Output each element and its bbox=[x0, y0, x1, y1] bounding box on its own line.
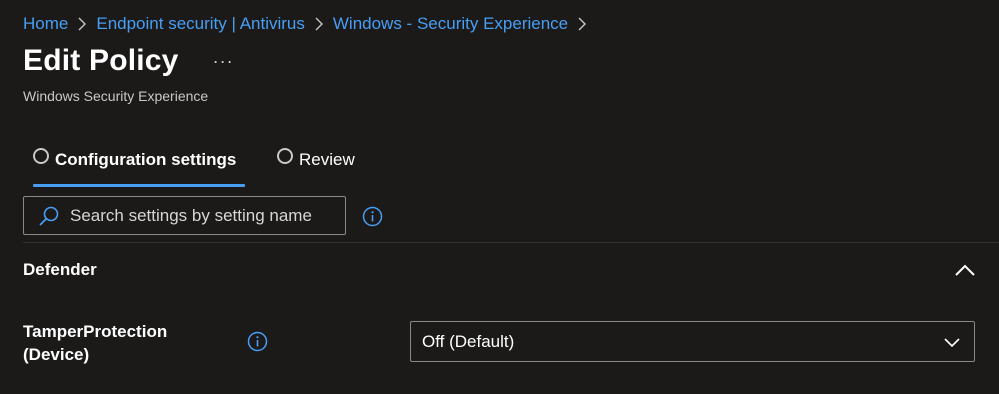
step-circle-icon bbox=[33, 148, 49, 164]
info-icon[interactable] bbox=[362, 206, 383, 227]
setting-label-tamper-protection: TamperProtection (Device) bbox=[23, 320, 203, 366]
section-title-defender: Defender bbox=[23, 260, 97, 279]
search-box[interactable] bbox=[23, 196, 346, 235]
tab-configuration-settings[interactable]: Configuration settings bbox=[33, 144, 245, 187]
tamper-protection-dropdown[interactable]: Off (Default) bbox=[410, 321, 975, 362]
page-title: Edit Policy bbox=[23, 44, 179, 77]
tab-label: Configuration settings bbox=[55, 150, 237, 169]
edit-policy-page: Home Endpoint security | Antivirus Windo… bbox=[0, 0, 999, 394]
chevron-right-icon bbox=[568, 12, 596, 36]
search-input[interactable] bbox=[68, 204, 342, 227]
tab-label: Review bbox=[299, 150, 355, 169]
dropdown-selected-value: Off (Default) bbox=[422, 331, 515, 351]
tab-review[interactable]: Review bbox=[277, 144, 355, 187]
chevron-right-icon bbox=[305, 12, 333, 36]
chevron-right-icon bbox=[68, 12, 96, 36]
setting-label-line: TamperProtection bbox=[23, 322, 168, 341]
step-circle-icon bbox=[277, 148, 293, 164]
breadcrumb: Home Endpoint security | Antivirus Windo… bbox=[23, 12, 596, 36]
wizard-tabs: Configuration settings Review bbox=[33, 144, 355, 187]
active-tab-indicator bbox=[33, 184, 245, 187]
breadcrumb-policy-link[interactable]: Windows - Security Experience bbox=[333, 14, 568, 34]
chevron-up-icon bbox=[955, 264, 975, 276]
collapse-section-button[interactable] bbox=[952, 258, 978, 282]
breadcrumb-home-link[interactable]: Home bbox=[23, 14, 68, 34]
search-icon bbox=[38, 205, 60, 227]
chevron-down-icon bbox=[942, 332, 962, 352]
info-icon[interactable] bbox=[247, 331, 268, 352]
setting-label-line: (Device) bbox=[23, 345, 90, 364]
divider bbox=[23, 242, 999, 243]
more-options-button[interactable]: ··· bbox=[209, 50, 238, 72]
page-subtitle: Windows Security Experience bbox=[23, 88, 209, 104]
breadcrumb-antivirus-link[interactable]: Endpoint security | Antivirus bbox=[96, 14, 305, 34]
title-row: Edit Policy ··· bbox=[23, 44, 238, 78]
